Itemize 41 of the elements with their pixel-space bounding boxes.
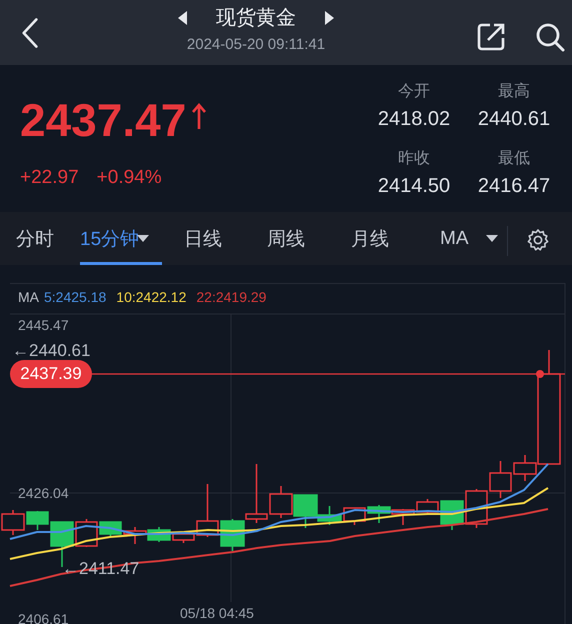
period-tab[interactable]: 月线: [351, 212, 389, 265]
time-label: 05/18 04:45: [180, 605, 254, 621]
stat-label: 今开: [398, 82, 430, 102]
ma-value: 22:2419.29: [196, 289, 266, 305]
candle: [367, 505, 391, 523]
stat-label: 最低: [498, 149, 530, 169]
price-text: 2437.47: [20, 93, 186, 147]
search-icon[interactable]: [535, 22, 565, 52]
window-title: 现货黄金: [216, 6, 296, 31]
change-text: +22.97: [20, 167, 79, 189]
datetime-text: 2024-05-20 09:11:41: [186, 36, 326, 53]
back-icon[interactable]: [21, 16, 39, 48]
legend-label: MA: [18, 289, 39, 305]
period-tab[interactable]: 周线: [267, 212, 305, 265]
axis-label: 2445.47: [18, 317, 69, 333]
period-tab[interactable]: MA: [440, 212, 498, 265]
stat-value: 2416.47: [478, 175, 550, 198]
candle: [489, 461, 512, 498]
axis-label: 2406.61: [18, 611, 69, 624]
price-dot: [536, 370, 544, 378]
period-tab[interactable]: 日线: [184, 212, 222, 265]
stat-label: 昨收: [398, 149, 430, 169]
previous-icon[interactable]: [178, 10, 188, 24]
candle: [123, 527, 147, 544]
period-tab[interactable]: 15分钟: [80, 212, 162, 265]
high-marker: ←2440.61: [12, 341, 90, 360]
next-icon[interactable]: [324, 10, 334, 24]
change-percent-text: +0.94%: [96, 167, 162, 189]
period-tab[interactable]: 分时: [16, 212, 54, 265]
stat-value: 2418.02: [378, 108, 450, 131]
settings-icon[interactable]: [526, 228, 550, 252]
candle: [391, 509, 415, 525]
stat-value: 2414.50: [378, 175, 450, 198]
ma-value: 5:2425.18: [44, 289, 106, 305]
share-icon[interactable]: [476, 22, 506, 52]
price-tag: 2437.39: [10, 360, 92, 388]
axis-label: 2426.04: [18, 485, 69, 501]
up-arrow-icon: [192, 103, 206, 129]
ma-value: 10:2422.12: [116, 289, 186, 305]
stat-value: 2440.61: [478, 108, 550, 131]
stat-label: 最高: [498, 82, 530, 102]
